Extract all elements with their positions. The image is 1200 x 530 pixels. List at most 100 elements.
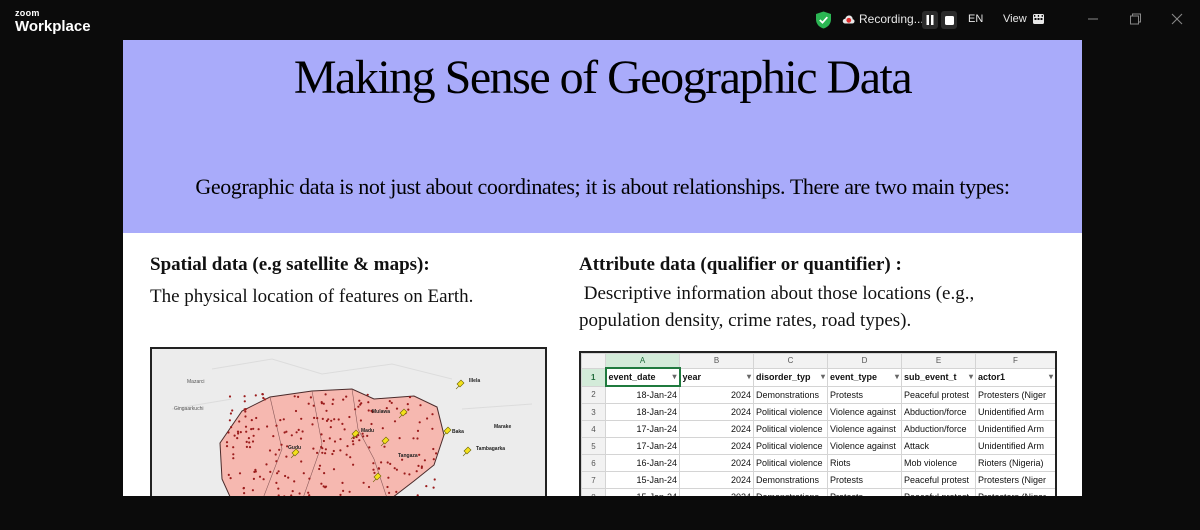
- incident-dot: [229, 477, 232, 480]
- table-cell[interactable]: 2024: [679, 385, 754, 404]
- column-header-cell[interactable]: event_type ▾: [827, 367, 902, 387]
- column-letter[interactable]: A: [605, 353, 680, 369]
- column-letter[interactable]: [581, 353, 606, 369]
- column-letter[interactable]: C: [753, 353, 828, 369]
- table-cell[interactable]: 16-Jan-24: [605, 454, 680, 472]
- incident-dot: [362, 435, 365, 438]
- table-cell[interactable]: Unidentified Arm: [975, 403, 1055, 421]
- table-cell[interactable]: 18-Jan-24: [605, 385, 680, 404]
- table-cell[interactable]: 15-Jan-24: [605, 488, 680, 496]
- table-cell[interactable]: 2024: [679, 471, 754, 489]
- table-cell[interactable]: Mob violence: [901, 454, 976, 472]
- column-header-cell[interactable]: disorder_typ ▾: [753, 367, 828, 387]
- table-cell[interactable]: 2024: [679, 403, 754, 421]
- pause-recording-button[interactable]: [922, 11, 938, 29]
- security-shield-icon[interactable]: [815, 11, 832, 29]
- table-cell[interactable]: Unidentified Arm: [975, 437, 1055, 455]
- incident-dot: [366, 393, 369, 396]
- table-cell[interactable]: Abduction/force: [901, 403, 976, 421]
- table-cell[interactable]: Demonstrations: [753, 488, 828, 496]
- filter-dropdown-icon[interactable]: ▾: [747, 372, 751, 381]
- table-cell[interactable]: Protesters (Niger: [975, 488, 1055, 496]
- filter-dropdown-icon[interactable]: ▾: [895, 372, 899, 381]
- filter-dropdown-icon[interactable]: ▾: [672, 372, 676, 381]
- incident-dot: [322, 402, 325, 405]
- table-cell[interactable]: Peaceful protest: [901, 488, 976, 496]
- column-letter[interactable]: E: [901, 353, 976, 369]
- table-cell[interactable]: 17-Jan-24: [605, 420, 680, 438]
- table-cell[interactable]: 2024: [679, 454, 754, 472]
- row-number[interactable]: 2: [581, 385, 606, 404]
- table-cell[interactable]: Protesters (Niger: [975, 385, 1055, 404]
- filter-dropdown-icon[interactable]: ▾: [1049, 372, 1053, 381]
- row-number[interactable]: 3: [581, 403, 606, 421]
- table-cell[interactable]: Demonstrations: [753, 385, 828, 404]
- table-row: 5 17-Jan-24 2024 Political violence Violence…: [581, 437, 1055, 455]
- view-menu-button[interactable]: View: [1003, 13, 1044, 25]
- table-cell[interactable]: Protesters (Niger: [975, 471, 1055, 489]
- table-cell[interactable]: Political violence: [753, 454, 828, 472]
- table-cell[interactable]: Riots: [827, 454, 902, 472]
- incident-dot: [277, 487, 280, 490]
- language-selector[interactable]: EN: [968, 13, 983, 25]
- incident-dot: [239, 431, 242, 434]
- minimize-icon[interactable]: [1086, 12, 1100, 26]
- row-number[interactable]: 8: [581, 488, 606, 496]
- table-cell[interactable]: 17-Jan-24: [605, 437, 680, 455]
- column-letter[interactable]: F: [975, 353, 1055, 369]
- incident-dot: [261, 393, 264, 396]
- column-header-cell[interactable]: sub_event_t ▾: [901, 367, 976, 387]
- table-cell[interactable]: Protests: [827, 471, 902, 489]
- restore-icon[interactable]: [1128, 12, 1142, 26]
- incident-dot: [262, 396, 265, 400]
- incident-dot: [250, 419, 253, 422]
- table-cell[interactable]: Peaceful protest: [901, 471, 976, 489]
- column-letter[interactable]: D: [827, 353, 902, 369]
- table-cell[interactable]: Violence against: [827, 403, 902, 421]
- close-icon[interactable]: [1170, 12, 1184, 26]
- spatial-data-text: The physical location of features on Ear…: [150, 286, 474, 307]
- incident-dot: [225, 441, 229, 444]
- incident-dot: [262, 478, 265, 481]
- row-number[interactable]: 6: [581, 454, 606, 472]
- row-number[interactable]: 7: [581, 471, 606, 489]
- table-cell[interactable]: 2024: [679, 437, 754, 455]
- shared-slide: Making Sense of Geographic Data Geograph…: [123, 40, 1082, 496]
- stop-recording-button[interactable]: [941, 11, 957, 29]
- table-cell[interactable]: Political violence: [753, 437, 828, 455]
- incident-dot: [272, 435, 275, 438]
- slide-subtitle: Geographic data is not just about coordi…: [195, 174, 1010, 199]
- row-number[interactable]: 4: [581, 420, 606, 438]
- row-number[interactable]: 5: [581, 437, 606, 455]
- table-row: 4 17-Jan-24 2024 Political violence Violence…: [581, 420, 1055, 438]
- table-cell[interactable]: Attack: [901, 437, 976, 455]
- table-cell[interactable]: Political violence: [753, 420, 828, 438]
- table-cell[interactable]: 2024: [679, 420, 754, 438]
- incident-dot: [415, 470, 418, 473]
- column-letter[interactable]: B: [679, 353, 754, 369]
- attribute-data-heading: Attribute data (qualifier or quantifier)…: [579, 254, 902, 275]
- table-cell[interactable]: Protests: [827, 488, 902, 496]
- incident-dot: [325, 419, 329, 422]
- filter-dropdown-icon[interactable]: ▾: [821, 372, 825, 381]
- column-header-cell[interactable]: event_date ▾: [604, 367, 681, 387]
- table-cell[interactable]: Violence against: [827, 437, 902, 455]
- row-number[interactable]: 1: [581, 367, 606, 387]
- table-cell[interactable]: Violence against: [827, 420, 902, 438]
- table-cell[interactable]: Peaceful protest: [901, 385, 976, 404]
- table-cell[interactable]: 18-Jan-24: [605, 403, 680, 421]
- table-cell[interactable]: 15-Jan-24: [605, 471, 680, 489]
- table-cell[interactable]: 2024: [679, 488, 754, 496]
- incident-dot: [307, 402, 310, 405]
- table-cell[interactable]: Unidentified Arm: [975, 420, 1055, 438]
- table-cell[interactable]: Rioters (Nigeria): [975, 454, 1055, 472]
- filter-dropdown-icon[interactable]: ▾: [969, 372, 973, 381]
- table-row: 7 15-Jan-24 2024 Demonstrations Protests Peac…: [581, 471, 1055, 489]
- table-cell[interactable]: Demonstrations: [753, 471, 828, 489]
- table-cell[interactable]: Political violence: [753, 403, 828, 421]
- column-header-cell[interactable]: actor1 ▾: [975, 367, 1055, 387]
- table-cell[interactable]: Abduction/force: [901, 420, 976, 438]
- column-header-cell[interactable]: year ▾: [679, 367, 754, 387]
- incident-dot: [225, 445, 229, 448]
- table-cell[interactable]: Protests: [827, 385, 902, 404]
